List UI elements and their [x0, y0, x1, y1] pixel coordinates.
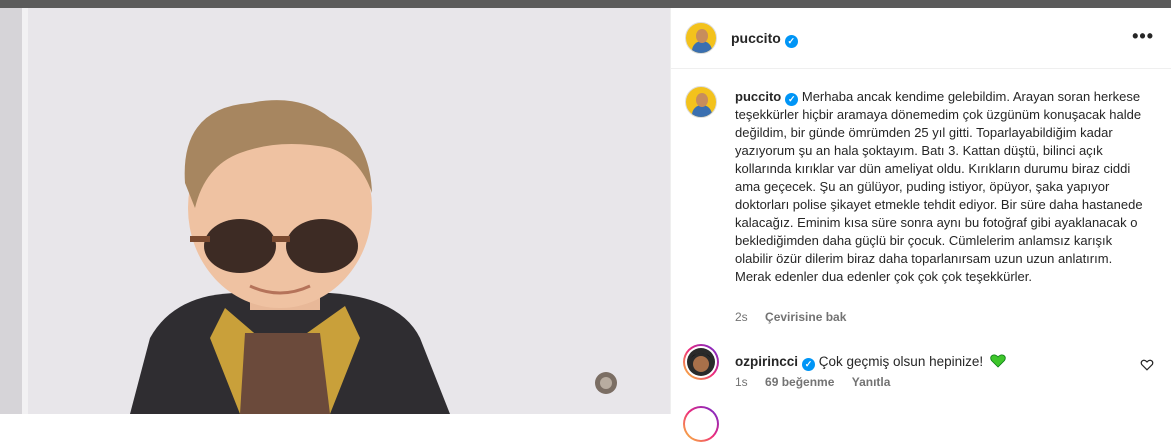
comment-text: Çok geçmiş olsun hepinize! [818, 354, 984, 369]
green-heart-icon [990, 354, 1006, 368]
author-username-row: puccito ✓ [731, 30, 798, 48]
commenter-avatar[interactable] [683, 344, 719, 380]
caption-avatar[interactable] [685, 86, 717, 118]
comment-likes[interactable]: 69 beğenme [765, 375, 834, 389]
author-avatar[interactable] [685, 22, 717, 54]
caption-time[interactable]: 2s [735, 310, 748, 324]
commenter-photo [691, 353, 711, 372]
post-side-panel: puccito ✓ ••• puccito ✓ Merhaba ancak kend… [670, 8, 1171, 442]
comment-username[interactable]: ozpirincci [735, 354, 798, 369]
caption-text: Merhaba ancak kendime gelebildim. Arayan… [735, 89, 1143, 284]
post-photo [0, 8, 670, 414]
comment-time[interactable]: 1s [735, 375, 748, 389]
post-caption: puccito ✓ Merhaba ancak kendime gelebildi… [735, 88, 1143, 286]
more-options-icon[interactable]: ••• [1132, 26, 1154, 47]
top-bar [0, 0, 1171, 8]
author-username[interactable]: puccito [731, 30, 781, 46]
post-photo-drawing [0, 8, 670, 414]
like-comment-icon[interactable] [1140, 358, 1154, 372]
caption-meta: 2s Çevirisine bak [735, 310, 846, 324]
comment-item: ozpirincci ✓ Çok geçmiş olsun hepinize! [735, 354, 1006, 371]
verified-icon: ✓ [784, 35, 798, 48]
caption-username[interactable]: puccito [735, 89, 781, 104]
reply-button[interactable]: Yanıtla [852, 375, 891, 389]
translate-link[interactable]: Çevirisine bak [765, 310, 846, 324]
verified-icon: ✓ [785, 93, 799, 106]
next-commenter-avatar[interactable] [683, 406, 719, 442]
comment-meta: 1s 69 beğenme Yanıtla [735, 375, 890, 389]
post-header: puccito ✓ ••• [671, 8, 1171, 69]
verified-icon: ✓ [802, 358, 816, 371]
